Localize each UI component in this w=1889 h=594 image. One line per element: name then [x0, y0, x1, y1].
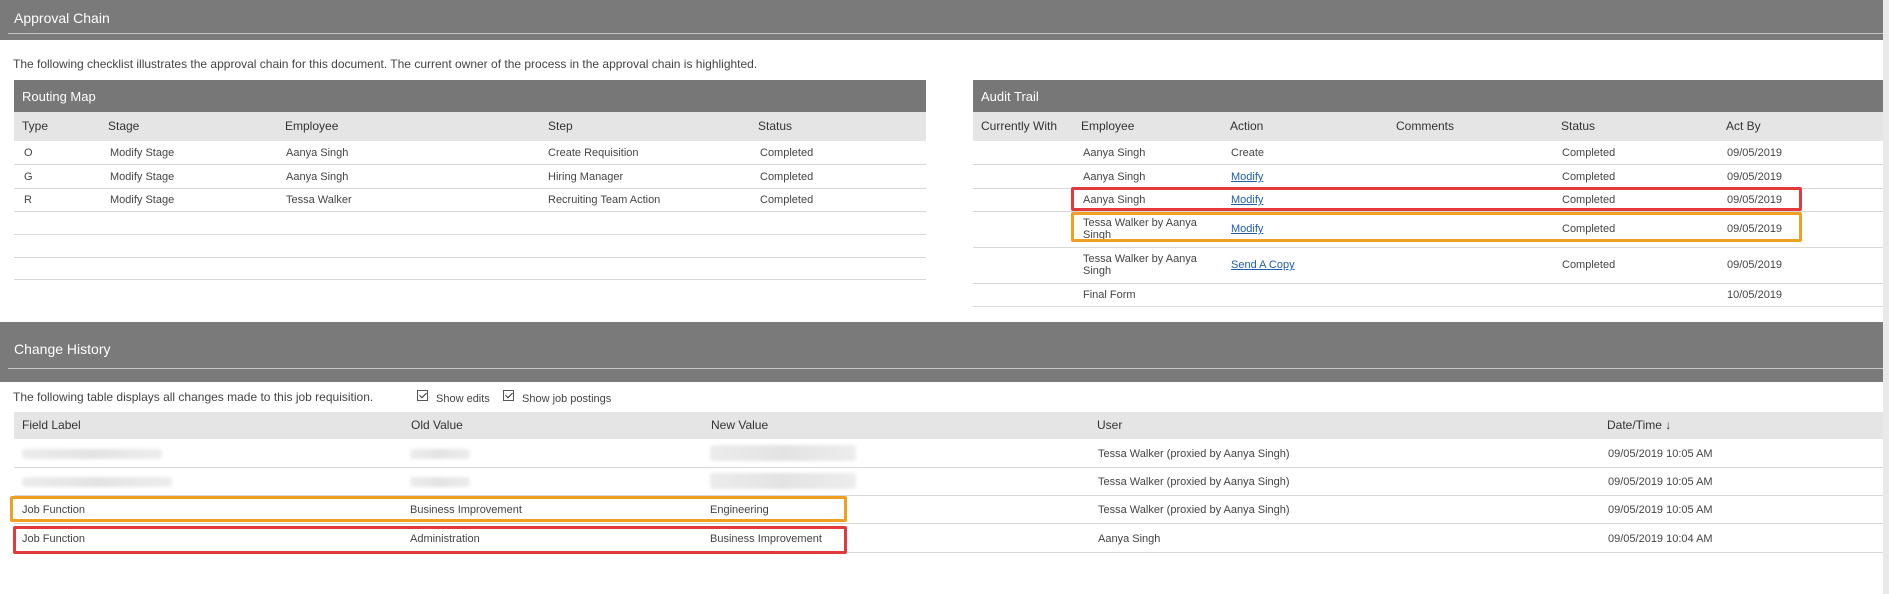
empty-row	[14, 235, 926, 258]
audit-trail-title: Audit Trail	[981, 89, 1039, 104]
send-a-copy-link[interactable]: Send A Copy	[1231, 259, 1295, 271]
audit-status: Completed	[1562, 147, 1616, 159]
table-row: O Modify Stage Aanya Singh Create Requis…	[14, 141, 926, 165]
audit-employee: Aanya Singh	[1083, 171, 1146, 183]
col-datetime[interactable]: Date/Time ↓	[1607, 418, 1671, 432]
col-employee[interactable]: Employee	[1081, 119, 1134, 133]
routing-employee: Aanya Singh	[286, 171, 349, 183]
redacted-field	[22, 449, 162, 459]
routing-status: Completed	[760, 171, 814, 183]
col-new-value[interactable]: New Value	[711, 418, 768, 432]
routing-type: G	[24, 171, 33, 183]
routing-type: R	[24, 194, 32, 206]
redacted-old-value	[410, 449, 470, 459]
change-datetime: 09/05/2019 10:04 AM	[1608, 533, 1713, 545]
approval-chain-title: Approval Chain	[14, 10, 110, 26]
redacted-old-value	[410, 477, 470, 487]
table-row: G Modify Stage Aanya Singh Hiring Manage…	[14, 165, 926, 189]
table-row: Aanya Singh Create Completed 09/05/2019	[973, 141, 1885, 165]
change-user: Tessa Walker (proxied by Aanya Singh)	[1098, 448, 1290, 460]
routing-map-column-headers: Type Stage Employee Step Status	[14, 112, 926, 141]
col-status[interactable]: Status	[1561, 119, 1595, 133]
routing-stage: Modify Stage	[110, 194, 175, 206]
routing-step: Recruiting Team Action	[548, 194, 661, 206]
col-stage[interactable]: Stage	[108, 119, 139, 133]
audit-status: Completed	[1562, 171, 1616, 183]
show-job-postings-label: Show job postings	[522, 393, 612, 405]
audit-status: Completed	[1562, 259, 1616, 271]
audit-act-by: 09/05/2019	[1727, 171, 1783, 183]
routing-employee: Aanya Singh	[286, 147, 349, 159]
modify-link[interactable]: Modify	[1231, 171, 1263, 183]
routing-map-title: Routing Map	[22, 89, 96, 104]
approval-chain-header: Approval Chain	[0, 0, 1889, 40]
change-history-divider	[8, 368, 1884, 369]
change-user: Tessa Walker (proxied by Aanya Singh)	[1098, 476, 1290, 488]
empty-row	[14, 212, 926, 235]
change-history-title: Change History	[14, 341, 111, 357]
table-row: Tessa Walker by Aanya Singh Send A Copy …	[973, 248, 1885, 284]
audit-employee: Aanya Singh	[1083, 147, 1146, 159]
change-user: Tessa Walker (proxied by Aanya Singh)	[1098, 504, 1290, 516]
col-type[interactable]: Type	[22, 119, 48, 133]
routing-step: Hiring Manager	[548, 171, 624, 183]
audit-act-by: 09/05/2019	[1727, 147, 1783, 159]
highlight-orange-change	[10, 496, 847, 522]
routing-status: Completed	[760, 194, 814, 206]
highlight-orange-audit	[1071, 212, 1802, 242]
change-user: Aanya Singh	[1098, 533, 1161, 545]
approval-chain-intro: The following checklist illustrates the …	[13, 57, 758, 71]
col-employee[interactable]: Employee	[285, 119, 338, 133]
col-datetime-label: Date/Time	[1607, 418, 1662, 432]
show-edits-label: Show edits	[436, 393, 490, 405]
redacted-new-value	[710, 473, 856, 489]
routing-status: Completed	[760, 147, 814, 159]
empty-row	[14, 258, 926, 280]
routing-type: O	[24, 147, 33, 159]
table-row: R Modify Stage Tessa Walker Recruiting T…	[14, 189, 926, 212]
table-row: Final Form 10/05/2019	[973, 284, 1885, 307]
audit-act-by: 10/05/2019	[1727, 289, 1783, 301]
change-history-column-headers: Field Label Old Value New Value User Dat…	[14, 412, 1885, 439]
change-datetime: 09/05/2019 10:05 AM	[1608, 504, 1713, 516]
change-datetime: 09/05/2019 10:05 AM	[1608, 476, 1713, 488]
audit-trail-header: Audit Trail	[973, 80, 1885, 112]
routing-stage: Modify Stage	[110, 171, 175, 183]
audit-act-by: 09/05/2019	[1727, 259, 1783, 271]
redacted-new-value	[710, 445, 856, 461]
redacted-field	[22, 477, 172, 487]
routing-map-header: Routing Map	[14, 80, 926, 112]
table-row: Aanya Singh Modify Completed 09/05/2019	[973, 165, 1885, 189]
audit-employee: Tessa Walker by Aanya Singh	[1083, 253, 1197, 277]
col-action[interactable]: Action	[1230, 119, 1263, 133]
col-act-by[interactable]: Act By	[1726, 119, 1761, 133]
change-history-header: Change History	[0, 322, 1889, 382]
approval-chain-divider	[8, 33, 1884, 34]
col-status[interactable]: Status	[758, 119, 792, 133]
table-row: Tessa Walker (proxied by Aanya Singh) 09…	[14, 468, 1885, 496]
audit-trail-column-headers: Currently With Employee Action Comments …	[973, 112, 1885, 141]
col-step[interactable]: Step	[548, 119, 573, 133]
col-field-label[interactable]: Field Label	[22, 418, 81, 432]
show-job-postings-checkbox[interactable]	[503, 390, 514, 401]
audit-action: Create	[1231, 147, 1265, 159]
table-row: Tessa Walker (proxied by Aanya Singh) 09…	[14, 440, 1885, 468]
change-datetime: 09/05/2019 10:05 AM	[1608, 448, 1713, 460]
col-comments[interactable]: Comments	[1396, 119, 1454, 133]
scrollbar[interactable]	[1883, 0, 1889, 594]
routing-stage: Modify Stage	[110, 147, 175, 159]
highlight-red-change	[13, 526, 847, 554]
col-old-value[interactable]: Old Value	[411, 418, 463, 432]
sort-down-icon[interactable]: ↓	[1665, 418, 1671, 432]
change-history-intro: The following table displays all changes…	[13, 390, 374, 404]
routing-step: Create Requisition	[548, 147, 639, 159]
highlight-red-audit	[1071, 187, 1802, 211]
col-currently-with[interactable]: Currently With	[981, 119, 1057, 133]
show-edits-checkbox[interactable]	[417, 390, 428, 401]
audit-employee: Final Form	[1083, 289, 1136, 301]
routing-employee: Tessa Walker	[286, 194, 352, 206]
col-user[interactable]: User	[1097, 418, 1122, 432]
routing-map-panel: Routing Map Type Stage Employee Step Sta…	[14, 80, 926, 280]
